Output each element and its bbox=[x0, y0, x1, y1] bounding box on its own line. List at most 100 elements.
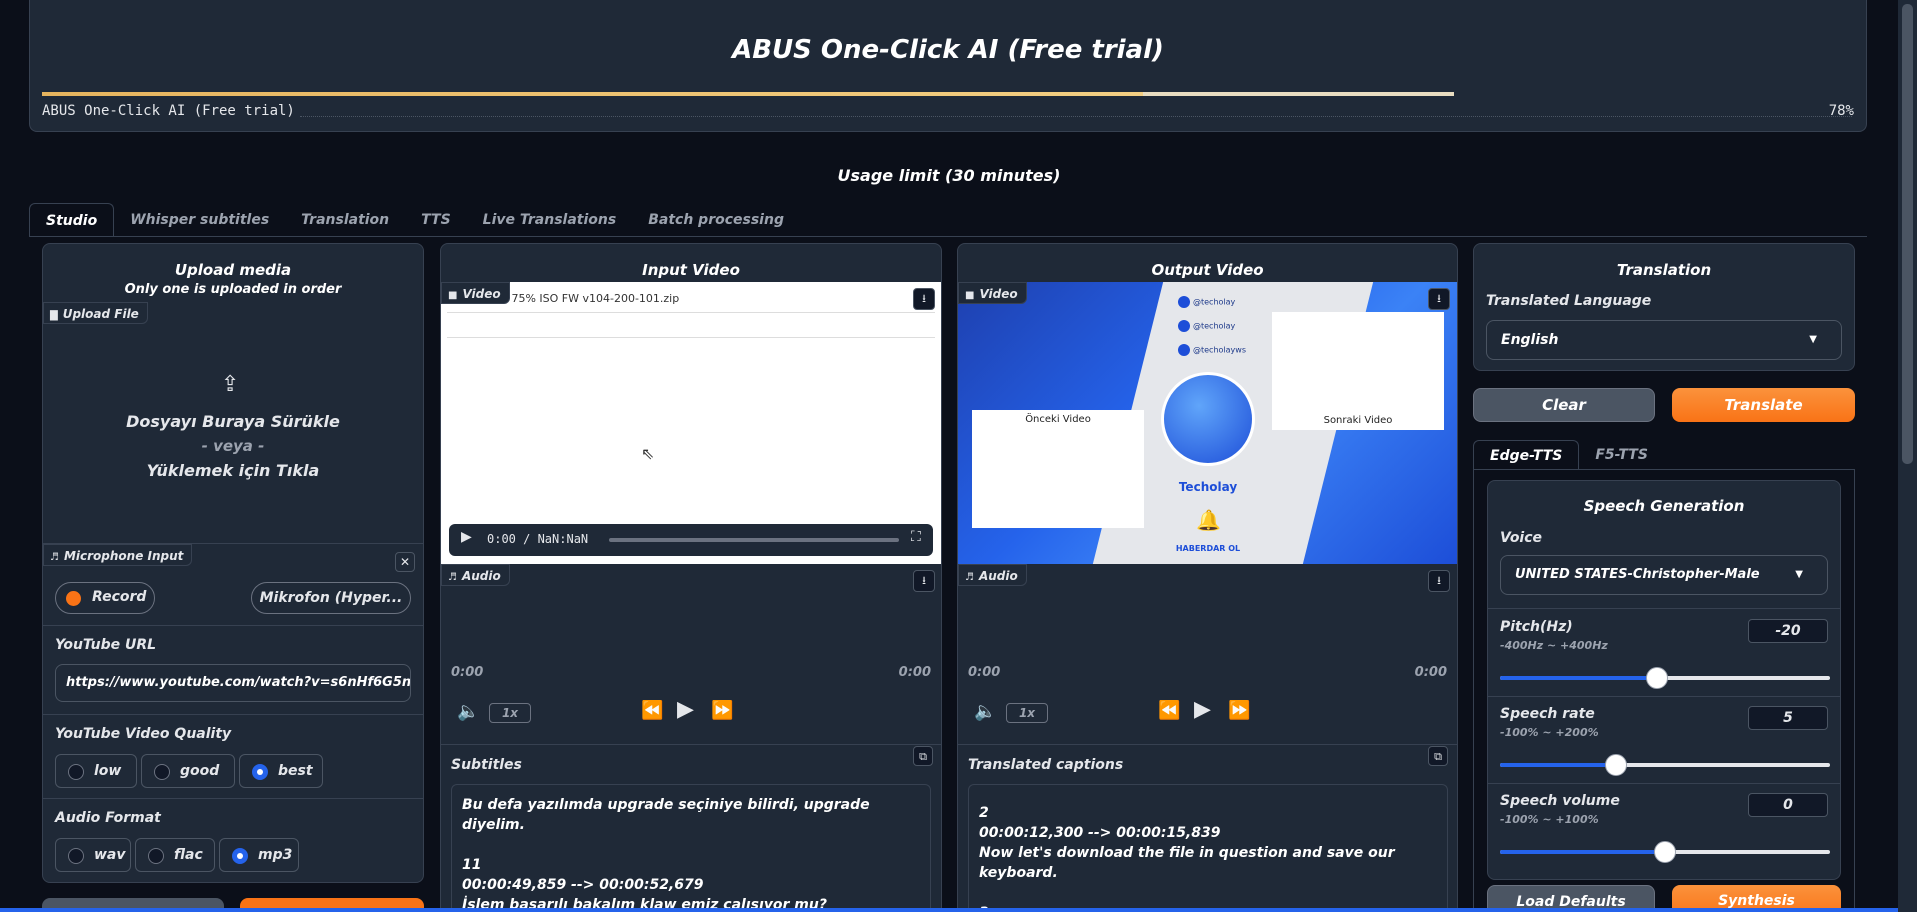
captions-textarea[interactable]: 2 00:00:12,300 --> 00:00:15,839 Now let'… bbox=[968, 784, 1448, 912]
speech-rate-input[interactable]: 5 bbox=[1748, 706, 1828, 730]
fullscreen-icon[interactable]: ⛶ bbox=[911, 529, 921, 545]
tab-translation[interactable]: Translation bbox=[285, 203, 405, 237]
header-panel: ABUS One-Click AI (Free trial) ABUS One-… bbox=[29, 0, 1867, 132]
cursor-icon: ⇖ bbox=[641, 444, 655, 463]
usage-limit: Usage limit (30 minutes) bbox=[837, 166, 1061, 185]
brand-logo bbox=[1161, 372, 1255, 466]
upload-icon: ⇪ bbox=[221, 372, 240, 397]
next-video-label: Sonraki Video bbox=[1323, 415, 1393, 426]
translate-button[interactable]: Translate bbox=[1672, 388, 1855, 422]
volume-icon[interactable]: 🔈 bbox=[974, 701, 996, 722]
social-twitter: @techolay bbox=[1178, 320, 1235, 332]
divider bbox=[43, 714, 423, 715]
mic-device-select[interactable]: Mikrofon (Hyper... bbox=[251, 582, 411, 614]
video-icon: ■ bbox=[965, 290, 975, 301]
clear-button[interactable]: Clear bbox=[1473, 388, 1655, 422]
pitch-input[interactable]: -20 bbox=[1748, 619, 1828, 643]
twitter-icon bbox=[1178, 320, 1190, 332]
download-icon[interactable]: ⭳ bbox=[913, 570, 935, 592]
divider bbox=[43, 798, 423, 799]
file-drop-zone[interactable]: ⇪ Dosyayı Buraya Sürükle - veya - Yüklem… bbox=[43, 324, 423, 544]
play-icon[interactable]: ▶ bbox=[461, 529, 472, 545]
playback-speed[interactable]: 1x bbox=[1006, 703, 1048, 723]
speech-generation-panel: Speech Generation Voice UNITED STATES-Ch… bbox=[1487, 480, 1841, 880]
rewind-icon[interactable]: ⏪ bbox=[1158, 700, 1180, 721]
speech-volume-label: Speech volume bbox=[1500, 793, 1620, 809]
video-time: 0:00 / NaN:NaN bbox=[487, 532, 589, 546]
video-icon: ■ bbox=[448, 290, 458, 301]
pitch-slider[interactable] bbox=[1500, 667, 1830, 689]
speech-rate-slider[interactable] bbox=[1500, 754, 1830, 776]
output-video-player[interactable]: Önceki Video Sonraki Video @techolay @te… bbox=[958, 282, 1457, 564]
bottom-accent-bar bbox=[0, 908, 1898, 912]
drop-text-3: Yüklemek için Tıkla bbox=[146, 461, 320, 480]
fast-forward-icon[interactable]: ⏩ bbox=[711, 700, 733, 721]
brand-name: Techolay bbox=[1178, 480, 1238, 494]
output-video-title: Output Video bbox=[1151, 261, 1264, 279]
playback-speed[interactable]: 1x bbox=[489, 703, 531, 723]
tab-whisper-subtitles[interactable]: Whisper subtitles bbox=[114, 203, 285, 237]
speech-rate-slider-handle[interactable] bbox=[1604, 754, 1627, 776]
drop-text-2: - veya - bbox=[201, 437, 265, 455]
page-scrollbar[interactable] bbox=[1898, 0, 1917, 912]
tab-divider bbox=[29, 236, 1867, 237]
scrollbar-thumb[interactable] bbox=[1902, 4, 1913, 464]
record-button[interactable]: Record bbox=[55, 582, 155, 614]
pitch-slider-handle[interactable] bbox=[1645, 667, 1668, 689]
tab-edge-tts[interactable]: Edge-TTS bbox=[1473, 440, 1580, 470]
audio-chip: ♬ Audio bbox=[958, 564, 1027, 586]
speech-generation-title: Speech Generation bbox=[1583, 497, 1745, 515]
play-icon[interactable]: ▶ bbox=[1194, 697, 1211, 722]
youtube-url-input[interactable]: https://www.youtube.com/watch?v=s6nHf6G5… bbox=[55, 664, 411, 702]
upload-file-chip: ▇ Upload File bbox=[43, 302, 148, 324]
app-title: ABUS One-Click AI (Free trial) bbox=[732, 35, 1164, 65]
input-video-title: Input Video bbox=[642, 261, 740, 279]
speech-volume-range: -100% ~ +100% bbox=[1500, 813, 1599, 826]
language-label: Translated Language bbox=[1486, 293, 1652, 309]
subtitles-label: Subtitles bbox=[451, 757, 522, 773]
upload-subtitle: Only one is uploaded in order bbox=[124, 282, 342, 297]
speech-volume-input[interactable]: 0 bbox=[1748, 793, 1828, 817]
format-wav-radio[interactable]: wav bbox=[55, 838, 131, 872]
quality-best-radio[interactable]: best bbox=[239, 754, 323, 788]
tab-batch-processing[interactable]: Batch processing bbox=[632, 203, 800, 237]
drop-text-1: Dosyayı Buraya Sürükle bbox=[126, 412, 340, 431]
download-icon[interactable]: ⭳ bbox=[1428, 288, 1450, 310]
copy-icon[interactable]: ⧉ bbox=[913, 746, 933, 766]
format-flac-radio[interactable]: flac bbox=[135, 838, 215, 872]
quality-good-radio[interactable]: good bbox=[141, 754, 235, 788]
tab-f5-tts[interactable]: F5-TTS bbox=[1579, 440, 1664, 470]
speech-volume-slider-handle[interactable] bbox=[1654, 841, 1676, 863]
play-icon[interactable]: ▶ bbox=[677, 697, 694, 722]
close-icon[interactable]: ✕ bbox=[395, 552, 415, 572]
tab-studio[interactable]: Studio bbox=[29, 203, 115, 237]
language-select[interactable]: English ▼ bbox=[1486, 320, 1842, 360]
chevron-down-icon: ▼ bbox=[1809, 334, 1817, 345]
translation-panel: Translation Translated Language English … bbox=[1473, 243, 1855, 371]
rewind-icon[interactable]: ⏪ bbox=[641, 700, 663, 721]
format-mp3-radio[interactable]: mp3 bbox=[219, 838, 299, 872]
input-video-panel: Input Video E 75% ISO FW v104-200-101.zi… bbox=[440, 243, 942, 912]
audio-chip: ♬ Audio bbox=[441, 564, 510, 586]
prev-video-card[interactable]: Önceki Video bbox=[972, 410, 1144, 528]
tab-tts[interactable]: TTS bbox=[405, 203, 467, 237]
voice-select[interactable]: UNITED STATES-Christopher-Male ▼ bbox=[1500, 555, 1828, 595]
progress-dots bbox=[300, 116, 1852, 117]
download-icon[interactable]: ⭳ bbox=[1428, 570, 1450, 592]
next-video-card[interactable]: Sonraki Video bbox=[1272, 312, 1444, 430]
tts-tabs: Edge-TTS F5-TTS bbox=[1473, 440, 1664, 470]
subtitles-textarea[interactable]: Bu defa yazılımda upgrade seçiniye bilir… bbox=[451, 784, 931, 912]
video-seek-bar[interactable] bbox=[609, 538, 899, 542]
translation-title: Translation bbox=[1616, 261, 1712, 279]
fast-forward-icon[interactable]: ⏩ bbox=[1228, 700, 1250, 721]
social-instagram: @techolayws bbox=[1178, 344, 1246, 356]
quality-low-radio[interactable]: low bbox=[55, 754, 137, 788]
input-video-player[interactable]: E 75% ISO FW v104-200-101.zip ⇖ ▶ 0:00 /… bbox=[441, 282, 941, 564]
speech-volume-slider[interactable] bbox=[1500, 841, 1830, 863]
tab-live-translations[interactable]: Live Translations bbox=[467, 203, 633, 237]
video-chip: ■ Video bbox=[958, 282, 1027, 304]
copy-icon[interactable]: ⧉ bbox=[1428, 746, 1448, 766]
download-icon[interactable]: ⭳ bbox=[913, 288, 935, 310]
volume-icon[interactable]: 🔈 bbox=[457, 701, 479, 722]
divider bbox=[441, 744, 941, 745]
